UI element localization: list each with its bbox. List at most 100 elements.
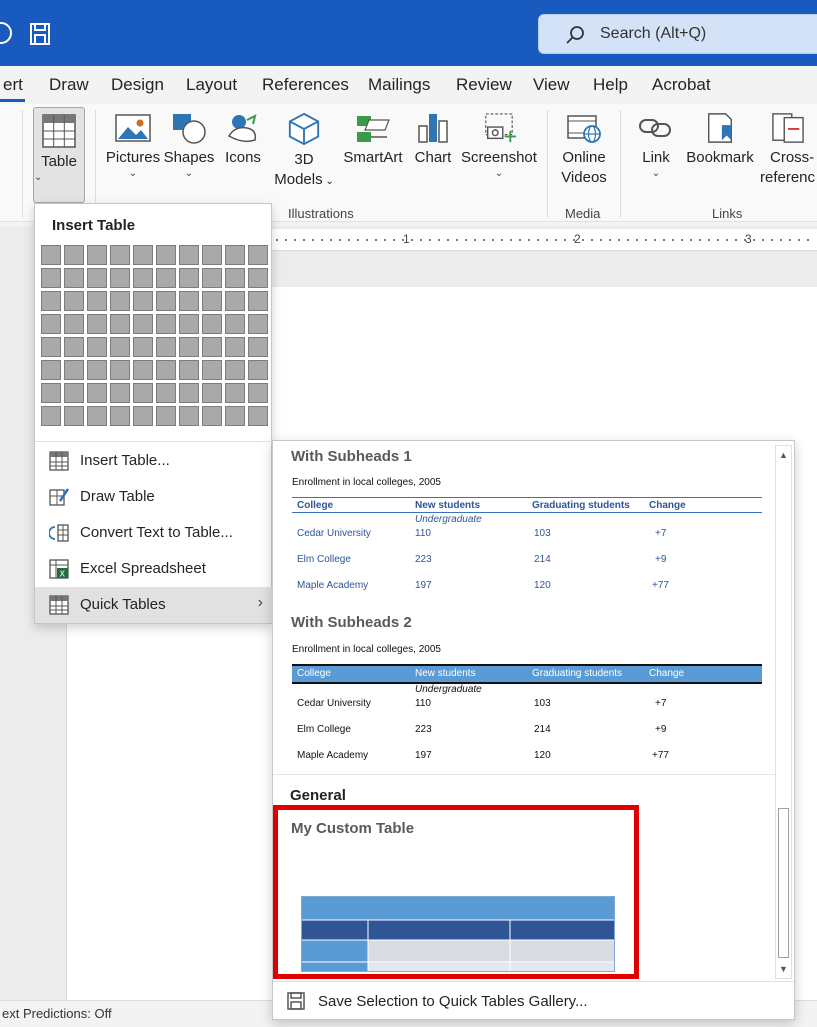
grid-cell[interactable] [41,245,61,265]
grid-cell[interactable] [87,360,107,380]
scroll-thumb[interactable] [778,808,789,958]
grid-cell[interactable] [64,406,84,426]
grid-cell[interactable] [225,268,245,288]
grid-cell[interactable] [179,383,199,403]
shapes-button[interactable]: Shapes ⌄ [163,112,215,180]
grid-cell[interactable] [179,406,199,426]
online-videos-button[interactable]: Online Videos [556,112,612,188]
quick-tables-item[interactable]: Quick Tables › [35,587,273,623]
tab-mailings[interactable]: Mailings [368,75,430,95]
convert-text-to-table-item[interactable]: Convert Text to Table... [35,515,273,551]
grid-cell[interactable] [225,291,245,311]
link-button[interactable]: Link ⌄ [633,112,679,180]
scroll-down-icon[interactable]: ▼ [779,964,788,974]
grid-cell[interactable] [202,245,222,265]
grid-cell[interactable] [248,314,268,334]
grid-cell[interactable] [64,291,84,311]
grid-cell[interactable] [64,360,84,380]
chart-button[interactable]: Chart [411,112,455,168]
grid-cell[interactable] [248,268,268,288]
grid-cell[interactable] [202,291,222,311]
grid-cell[interactable] [179,245,199,265]
grid-cell[interactable] [133,245,153,265]
grid-cell[interactable] [225,337,245,357]
icons-button[interactable]: Icons [221,112,265,168]
grid-cell[interactable] [110,268,130,288]
draw-table-item[interactable]: Draw Table [35,479,273,515]
grid-cell[interactable] [179,291,199,311]
tab-insert[interactable]: ert [3,75,23,95]
grid-cell[interactable] [179,314,199,334]
grid-cell[interactable] [225,406,245,426]
grid-cell[interactable] [156,245,176,265]
grid-cell[interactable] [202,360,222,380]
grid-cell[interactable] [87,314,107,334]
grid-cell[interactable] [41,383,61,403]
tab-draw[interactable]: Draw [49,75,89,95]
grid-cell[interactable] [133,360,153,380]
tab-help[interactable]: Help [593,75,628,95]
insert-table-item[interactable]: Insert Table... [35,443,273,479]
grid-cell[interactable] [202,314,222,334]
grid-cell[interactable] [202,337,222,357]
tab-design[interactable]: Design [111,75,164,95]
save-selection-to-gallery-item[interactable]: Save Selection to Quick Tables Gallery..… [273,981,794,1019]
screenshot-button[interactable]: Screenshot ⌄ [461,112,537,180]
grid-cell[interactable] [64,268,84,288]
grid-cell[interactable] [110,383,130,403]
horizontal-ruler[interactable]: 1 2 3 [272,229,817,251]
grid-cell[interactable] [156,360,176,380]
account-circle-icon[interactable] [0,22,12,44]
grid-cell[interactable] [156,314,176,334]
grid-cell[interactable] [133,406,153,426]
grid-cell[interactable] [133,383,153,403]
grid-cell[interactable] [87,268,107,288]
grid-cell[interactable] [248,406,268,426]
excel-spreadsheet-item[interactable]: X Excel Spreadsheet [35,551,273,587]
cross-reference-button[interactable]: Cross- referenc [760,112,817,188]
grid-cell[interactable] [156,406,176,426]
grid-cell[interactable] [156,383,176,403]
grid-cell[interactable] [87,337,107,357]
grid-cell[interactable] [41,360,61,380]
grid-cell[interactable] [156,268,176,288]
table-button[interactable]: Table ⌄ [33,107,85,203]
grid-cell[interactable] [41,314,61,334]
grid-cell[interactable] [202,406,222,426]
grid-cell[interactable] [156,337,176,357]
grid-cell[interactable] [156,291,176,311]
grid-cell[interactable] [110,314,130,334]
search-box[interactable]: Search (Alt+Q) [538,14,817,54]
grid-cell[interactable] [87,291,107,311]
grid-cell[interactable] [225,314,245,334]
grid-cell[interactable] [64,337,84,357]
grid-cell[interactable] [225,383,245,403]
3d-models-button[interactable]: 3D Models ⌄ [270,112,338,192]
grid-cell[interactable] [110,337,130,357]
grid-cell[interactable] [202,383,222,403]
grid-cell[interactable] [248,245,268,265]
grid-cell[interactable] [248,360,268,380]
grid-cell[interactable] [64,314,84,334]
grid-cell[interactable] [248,337,268,357]
grid-cell[interactable] [87,406,107,426]
tab-references[interactable]: References [262,75,349,95]
text-predictions-status[interactable]: ext Predictions: Off [2,1006,112,1021]
grid-cell[interactable] [64,383,84,403]
grid-cell[interactable] [248,383,268,403]
pictures-button[interactable]: Pictures ⌄ [105,112,161,180]
grid-cell[interactable] [110,406,130,426]
grid-cell[interactable] [41,291,61,311]
grid-cell[interactable] [87,245,107,265]
grid-cell[interactable] [133,268,153,288]
tab-review[interactable]: Review [456,75,512,95]
grid-cell[interactable] [225,360,245,380]
gallery-scrollbar[interactable]: ▲ ▼ [775,445,792,979]
grid-cell[interactable] [202,268,222,288]
grid-cell[interactable] [41,406,61,426]
grid-cell[interactable] [133,314,153,334]
tab-layout[interactable]: Layout [186,75,237,95]
table-size-grid[interactable] [41,245,268,428]
grid-cell[interactable] [64,245,84,265]
grid-cell[interactable] [110,360,130,380]
